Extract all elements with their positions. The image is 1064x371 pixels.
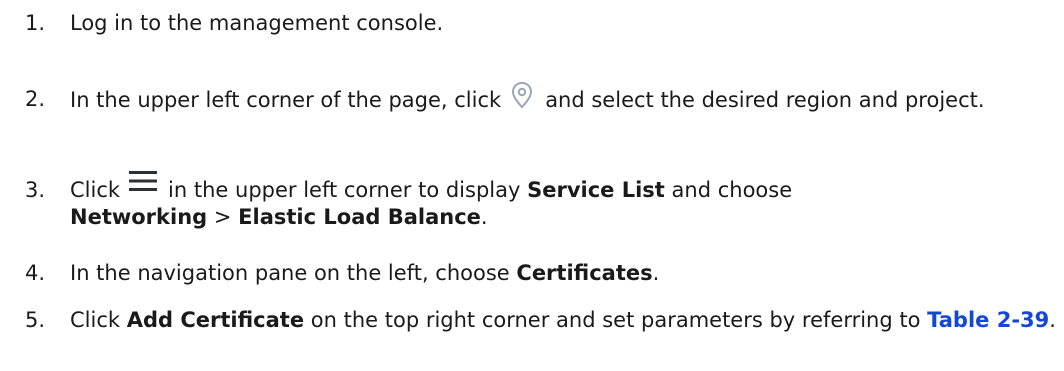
certificates-label: Certificates bbox=[516, 261, 653, 285]
step-3-text-mid2: and choose bbox=[671, 178, 793, 202]
step-text: Log in to the management console. bbox=[70, 10, 1060, 37]
step-text: In the navigation pane on the left, choo… bbox=[70, 260, 1060, 287]
step-4-text-before: In the navigation pane on the left, choo… bbox=[70, 261, 510, 285]
step-number: 4. bbox=[25, 261, 46, 285]
step-text: Click in the upper left corner to displa… bbox=[70, 171, 1060, 231]
location-pin-icon bbox=[507, 80, 537, 110]
step-text: Click Add Certificate on the top right c… bbox=[70, 307, 1060, 334]
step-2-text-before: In the upper left corner of the page, cl… bbox=[70, 88, 502, 112]
service-list-label: Service List bbox=[527, 178, 665, 202]
step-number: 2. bbox=[25, 87, 46, 111]
step-5-text-mid: on the top right corner and set paramete… bbox=[310, 308, 921, 332]
step-number: 5. bbox=[25, 308, 46, 332]
path-separator: > bbox=[213, 205, 232, 229]
step-5-period: . bbox=[1049, 308, 1056, 332]
step-1-text: Log in to the management console. bbox=[70, 11, 444, 35]
step-number: 1. bbox=[25, 11, 46, 35]
step-text: In the upper left corner of the page, cl… bbox=[70, 81, 1060, 116]
step-5-text-before: Click bbox=[70, 308, 121, 332]
step-2-text-after: and select the desired region and projec… bbox=[545, 88, 985, 112]
table-reference-link[interactable]: Table 2-39 bbox=[927, 308, 1049, 332]
step-number: 3. bbox=[25, 178, 46, 202]
step-3-text-mid: in the upper left corner to display bbox=[168, 178, 521, 202]
elastic-load-balance-label: Elastic Load Balance bbox=[238, 205, 481, 229]
step-3-period: . bbox=[480, 205, 488, 229]
networking-label: Networking bbox=[70, 205, 208, 229]
step-4-period: . bbox=[652, 261, 660, 285]
step-3-text-before: Click bbox=[70, 178, 121, 202]
menu-icon bbox=[128, 169, 158, 193]
procedure-steps: 1. Log in to the management console. 2. … bbox=[0, 0, 1064, 371]
add-certificate-label: Add Certificate bbox=[126, 308, 305, 332]
